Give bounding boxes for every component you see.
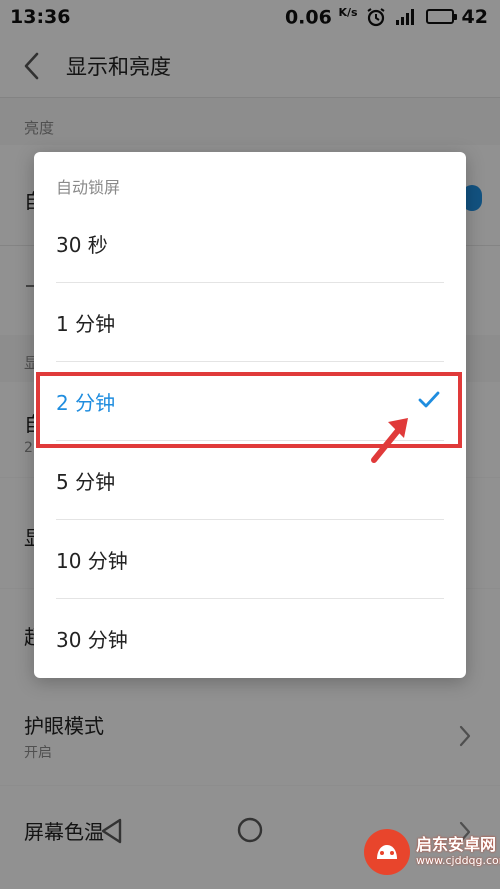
option-label: 10 分钟 [56,549,128,573]
watermark-name: 启东安卓网 [416,835,497,855]
option-label: 30 分钟 [56,628,128,652]
option-label: 5 分钟 [56,470,116,494]
watermark-logo-icon [364,829,410,875]
nav-back-icon[interactable] [98,816,126,846]
dialog-title: 自动锁屏 [56,178,121,197]
watermark: 启东安卓网 www.cjddqg.com [364,821,500,883]
check-icon [418,391,440,408]
option-label: 2 分钟 [56,391,116,415]
option-10-minutes[interactable]: 10 分钟 [34,520,466,599]
option-label: 30 秒 [56,233,108,257]
option-label: 1 分钟 [56,312,116,336]
option-30-minutes[interactable]: 30 分钟 [34,599,466,678]
option-30-seconds[interactable]: 30 秒 [34,204,466,283]
annotation-arrow-icon [371,418,408,463]
watermark-url: www.cjddqg.com [416,853,500,867]
nav-home-icon[interactable] [236,816,264,844]
option-1-minute[interactable]: 1 分钟 [34,283,466,362]
